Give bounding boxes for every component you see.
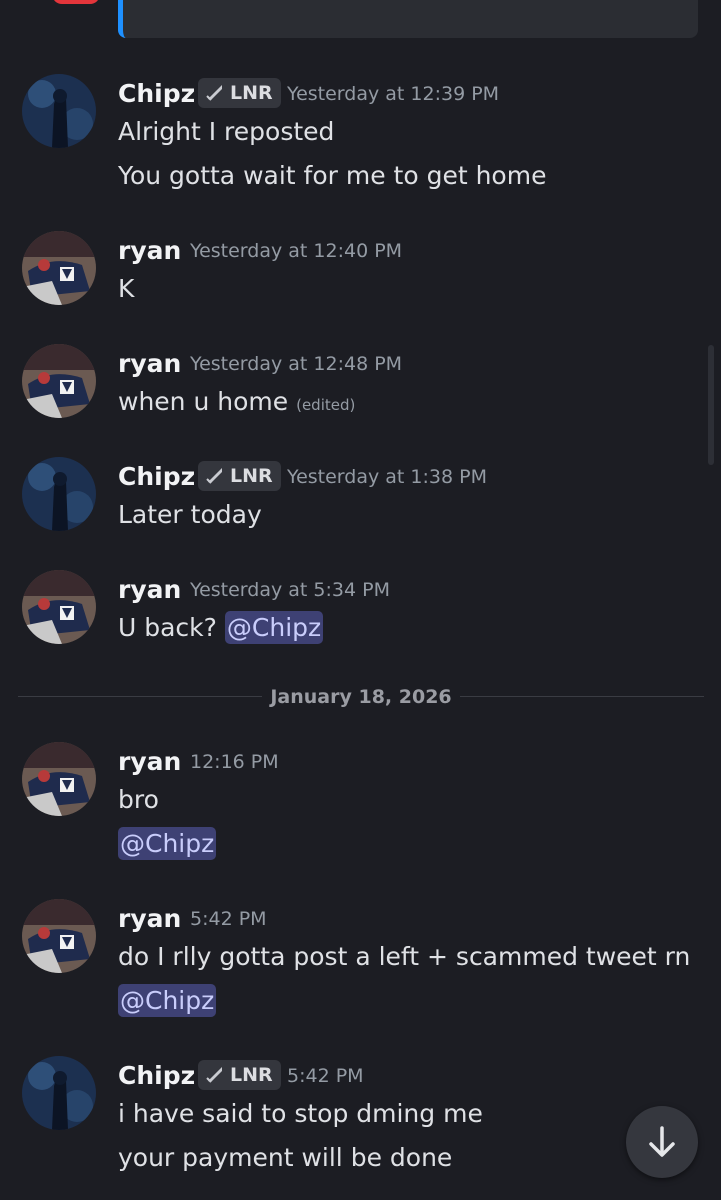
timestamp: Yesterday at 12:48 PM [190, 353, 403, 375]
username[interactable]: ryan [118, 231, 181, 271]
username[interactable]: ryan [118, 570, 181, 610]
dm-conversation: Chipz LNR Yesterday at 12:39 PM Alright … [0, 0, 721, 1200]
avatar-ryan[interactable] [22, 570, 96, 644]
message-line: your payment will be done [118, 1143, 453, 1172]
username[interactable]: Chipz [118, 1056, 195, 1096]
username[interactable]: ryan [118, 742, 181, 782]
username[interactable]: ryan [118, 899, 181, 939]
clan-tag[interactable]: LNR [198, 78, 281, 108]
message-text: U back? [118, 613, 217, 642]
clan-tag-label: LNR [230, 465, 273, 487]
message-line: @Chipz [118, 981, 217, 1021]
unread-badge[interactable] [52, 0, 100, 4]
avatar-ryan[interactable] [22, 899, 96, 973]
timestamp: Yesterday at 5:34 PM [190, 579, 390, 601]
clan-tag[interactable]: LNR [198, 461, 281, 491]
message-line: @Chipz [118, 824, 217, 864]
jump-to-latest-button[interactable] [626, 1106, 698, 1178]
clan-tag[interactable]: LNR [198, 1060, 281, 1090]
scrollbar[interactable] [708, 345, 714, 465]
edited-label: (edited) [296, 396, 356, 414]
timestamp: Yesterday at 12:40 PM [190, 240, 403, 262]
user-mention[interactable]: @Chipz [118, 984, 217, 1017]
username[interactable]: ryan [118, 344, 181, 384]
user-mention[interactable]: @Chipz [118, 827, 217, 860]
avatar-ryan[interactable] [22, 231, 96, 305]
sword-icon [206, 1067, 222, 1083]
message-line: bro [118, 785, 159, 814]
date-label: January 18, 2026 [270, 686, 452, 708]
avatar-ryan[interactable] [22, 742, 96, 816]
avatar-chipz[interactable] [22, 1056, 96, 1130]
avatar-ryan[interactable] [22, 344, 96, 418]
username[interactable]: Chipz [118, 74, 195, 114]
username[interactable]: Chipz [118, 457, 195, 497]
message-line: You gotta wait for me to get home [118, 161, 547, 190]
embed-card[interactable] [118, 0, 698, 38]
date-divider: January 18, 2026 [18, 680, 704, 714]
divider-line [18, 696, 262, 697]
message-text: when u home [118, 387, 289, 416]
sword-icon [206, 468, 222, 484]
sword-icon [206, 85, 222, 101]
message-line: Later today [118, 500, 262, 529]
timestamp: 12:16 PM [190, 751, 279, 773]
clan-tag-label: LNR [230, 82, 273, 104]
message-line: K [118, 274, 135, 303]
divider-line [460, 696, 704, 697]
timestamp: 5:42 PM [190, 908, 267, 930]
avatar-chipz[interactable] [22, 74, 96, 148]
message-line: Alright I reposted [118, 117, 335, 146]
timestamp: Yesterday at 1:38 PM [287, 466, 487, 488]
message-line: U back? @Chipz [118, 608, 324, 648]
avatar-chipz[interactable] [22, 457, 96, 531]
message-line: when u home (edited) [118, 382, 355, 425]
arrow-down-icon [649, 1126, 675, 1157]
timestamp: 5:42 PM [287, 1065, 364, 1087]
user-mention[interactable]: @Chipz [224, 611, 324, 644]
message-line: i have said to stop dming me [118, 1099, 483, 1128]
message-line: do I rlly gotta post a left + scammed tw… [118, 942, 691, 971]
clan-tag-label: LNR [230, 1064, 273, 1086]
timestamp: Yesterday at 12:39 PM [287, 83, 500, 105]
